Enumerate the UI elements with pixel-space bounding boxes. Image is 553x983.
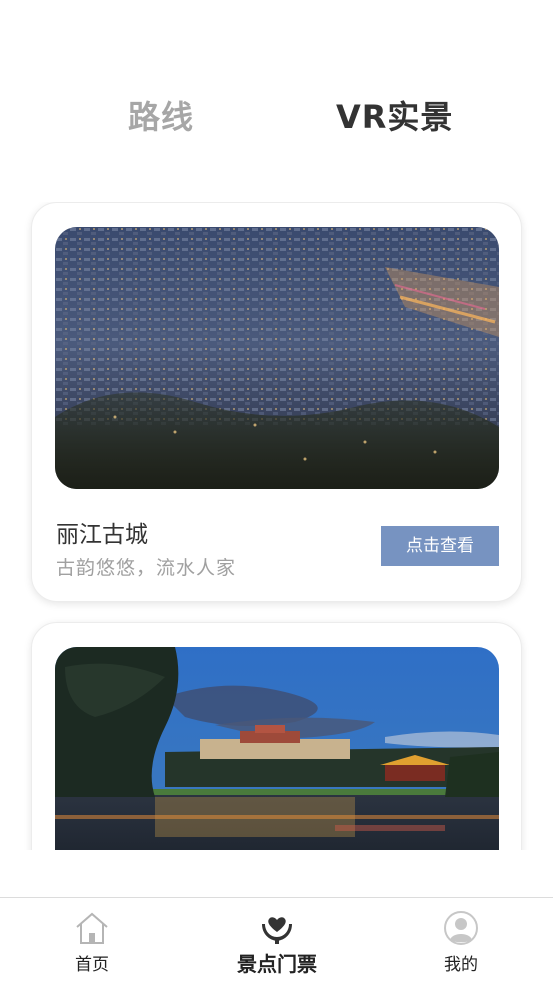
nav-scenic-tickets[interactable]: 景点门票	[217, 898, 337, 983]
nav-home-label: 首页	[75, 955, 109, 975]
potala-night-image	[55, 647, 499, 850]
tab-route[interactable]: 路线	[128, 92, 194, 138]
nav-mine-label: 我的	[444, 955, 478, 975]
scenic-card	[31, 622, 522, 850]
scenic-title: 丽江古城	[56, 522, 148, 548]
heart-hands-icon	[259, 910, 295, 946]
top-tabs: 路线 VR实景	[0, 92, 553, 142]
tab-vr-scene[interactable]: VR实景	[336, 92, 453, 138]
view-button[interactable]: 点击查看	[381, 526, 499, 566]
nav-scenic-tickets-label: 景点门票	[237, 952, 317, 976]
scenic-card: 丽江古城 古韵悠悠，流水人家 点击查看	[31, 202, 522, 602]
scenic-list[interactable]: 丽江古城 古韵悠悠，流水人家 点击查看	[0, 202, 553, 850]
user-avatar-icon	[443, 910, 479, 946]
home-icon	[74, 910, 110, 946]
lijiang-night-image	[55, 227, 499, 489]
nav-mine[interactable]: 我的	[401, 898, 521, 983]
nav-home[interactable]: 首页	[32, 898, 152, 983]
scenic-subtitle: 古韵悠悠，流水人家	[56, 557, 237, 579]
bottom-nav: 首页 景点门票 我的	[0, 897, 553, 983]
lijiang-old-town-photo[interactable]	[55, 227, 499, 489]
potala-palace-photo[interactable]	[55, 647, 499, 850]
